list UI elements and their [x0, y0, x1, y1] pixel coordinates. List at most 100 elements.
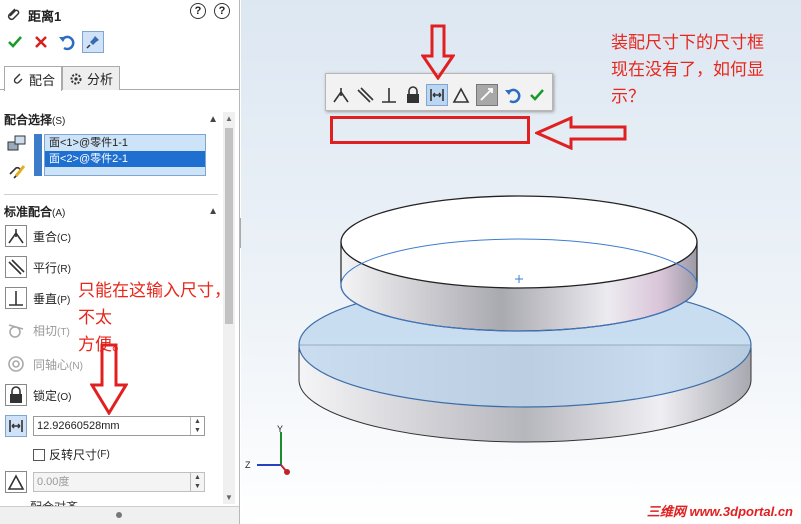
- mate-label: 同轴心: [33, 357, 70, 372]
- mate-key: (T): [57, 326, 70, 338]
- distance-icon: [430, 89, 444, 101]
- angle-spinner[interactable]: ▲ ▼: [190, 473, 204, 491]
- lock-button[interactable]: [402, 84, 424, 106]
- pushpin-icon: [86, 36, 99, 49]
- mate-tangent[interactable]: 相切(T): [5, 318, 70, 342]
- coordinate-triad: [257, 432, 290, 475]
- distance-value: 12.92660528mm: [37, 420, 120, 432]
- left-arrow-icon: [535, 116, 627, 150]
- undo-icon: [59, 35, 75, 51]
- triad-z-label: Z: [245, 460, 251, 470]
- undo-button[interactable]: [502, 84, 524, 106]
- command-row: [4, 30, 104, 54]
- mate-perpendicular[interactable]: 垂直(P): [5, 286, 70, 310]
- distance-button[interactable]: [426, 84, 448, 106]
- scroll-down-icon[interactable]: ▼: [225, 493, 233, 502]
- tab-mates-label: 配合: [29, 72, 56, 88]
- annotation-line: 装配尺寸下的尺寸框: [611, 33, 764, 53]
- annotation-top-right: 装配尺寸下的尺寸框 现在没有了，如何显 示？: [611, 30, 799, 111]
- pin-button[interactable]: [82, 31, 104, 53]
- scroll-up-icon[interactable]: ▲: [225, 114, 233, 123]
- perpendicular-icon: [5, 287, 27, 309]
- perpendicular-icon: [382, 88, 396, 103]
- angle-icon: [5, 471, 27, 493]
- mate-distance[interactable]: [5, 414, 27, 438]
- paperclip-icon: [13, 73, 23, 84]
- cancel-button[interactable]: [30, 31, 52, 53]
- mate-lock[interactable]: 锁定(O): [5, 383, 71, 407]
- lock-icon: [5, 384, 27, 406]
- undo-icon: [505, 88, 521, 104]
- mate-parallel[interactable]: 平行(R): [5, 255, 71, 279]
- annotation-line: 现在没有了，如何显: [611, 60, 764, 80]
- coincident-icon: [5, 225, 27, 247]
- parallel-button[interactable]: [354, 84, 376, 106]
- missing-dimension-box: [330, 116, 530, 144]
- mate-concentric[interactable]: 同轴心(N): [5, 352, 83, 376]
- coincident-button[interactable]: [330, 84, 352, 106]
- ok-button[interactable]: [526, 84, 548, 106]
- lock-icon: [407, 86, 419, 103]
- angle-icon: [452, 87, 470, 103]
- property-title-text: 距离1: [28, 8, 62, 24]
- list-item[interactable]: 面<2>@零件2-1: [45, 151, 205, 167]
- mate-label: 垂直: [33, 291, 58, 306]
- mate-label: 重合: [33, 229, 58, 244]
- entities-icon: [6, 134, 28, 157]
- mate-label: 平行: [33, 260, 58, 275]
- mate-coincident[interactable]: 重合(C): [5, 224, 71, 248]
- mate-key: (N): [69, 360, 83, 372]
- checkbox-box[interactable]: [33, 448, 45, 461]
- watermark: 三维网 www.3dportal.cn: [646, 504, 793, 519]
- parallel-icon: [5, 256, 27, 278]
- section-title: 标准配合: [4, 204, 53, 219]
- annotation-line: 示？: [611, 87, 645, 107]
- angle-button[interactable]: [450, 84, 472, 106]
- mate-label: 相切: [33, 323, 58, 338]
- section-title: 配合选择: [4, 112, 53, 127]
- divider: [4, 194, 218, 195]
- tab-mates[interactable]: 配合: [4, 66, 63, 91]
- flip-icon: [480, 88, 493, 101]
- gear-icon: [70, 73, 82, 84]
- grip-dot[interactable]: [116, 512, 122, 518]
- help-tips-icon[interactable]: ?: [214, 3, 230, 19]
- mate-key: (R): [57, 263, 71, 275]
- section-hint: (A): [52, 207, 66, 219]
- flip-alignment-button[interactable]: [476, 84, 498, 106]
- undo-button[interactable]: [56, 31, 78, 53]
- check-icon: [530, 89, 544, 101]
- section-mate-selections[interactable]: 配合选择(S) ▲: [4, 110, 218, 128]
- help-icon[interactable]: ?: [190, 3, 206, 19]
- section-standard-mates[interactable]: 标准配合(A) ▲: [4, 202, 218, 220]
- distance-spinner[interactable]: ▲ ▼: [190, 417, 204, 435]
- angle-value: 0.00度: [37, 476, 70, 488]
- list-item[interactable]: 面<1>@零件1-1: [45, 135, 205, 151]
- tangent-icon: [5, 319, 27, 341]
- tab-analysis[interactable]: 分析: [62, 66, 121, 90]
- perpendicular-button[interactable]: [378, 84, 400, 106]
- multimate-icon[interactable]: [6, 160, 28, 185]
- distance-input[interactable]: 12.92660528mm ▲ ▼: [33, 416, 205, 436]
- concentric-icon: [5, 353, 27, 375]
- selection-list[interactable]: 面<1>@零件1-1 面<2>@零件2-1: [44, 134, 206, 176]
- panel-footer: [0, 506, 239, 524]
- flip-label: 反转尺寸: [49, 448, 98, 462]
- section-hint: (S): [52, 115, 66, 127]
- mate-key: (O): [57, 391, 72, 403]
- down-arrow-icon: [90, 343, 128, 415]
- chevron-up-icon[interactable]: ▲: [208, 206, 218, 217]
- distance-icon: [5, 415, 27, 437]
- mate-label: 锁定: [33, 388, 58, 403]
- ok-button[interactable]: [4, 31, 26, 53]
- down-arrow-icon: [421, 24, 455, 80]
- part-disc-upper[interactable]: [340, 195, 698, 332]
- graphics-area[interactable]: Y Z 装配尺寸下的尺寸框 现在没有了，如何显 示？ 三维网 www.3dpor…: [241, 0, 801, 524]
- angle-input[interactable]: 0.00度 ▲ ▼: [33, 472, 205, 492]
- chevron-up-icon[interactable]: ▲: [208, 114, 218, 125]
- property-manager: 距离1 ? ? 配合 分析 配合选择(S) ▲ 面<1>@零件1-1 面<2>@…: [0, 0, 240, 524]
- mate-angle[interactable]: [5, 470, 27, 494]
- triad-y-label: Y: [277, 424, 284, 434]
- flip-dimension-checkbox[interactable]: 反转尺寸 (F): [33, 446, 110, 463]
- check-icon: [8, 36, 22, 48]
